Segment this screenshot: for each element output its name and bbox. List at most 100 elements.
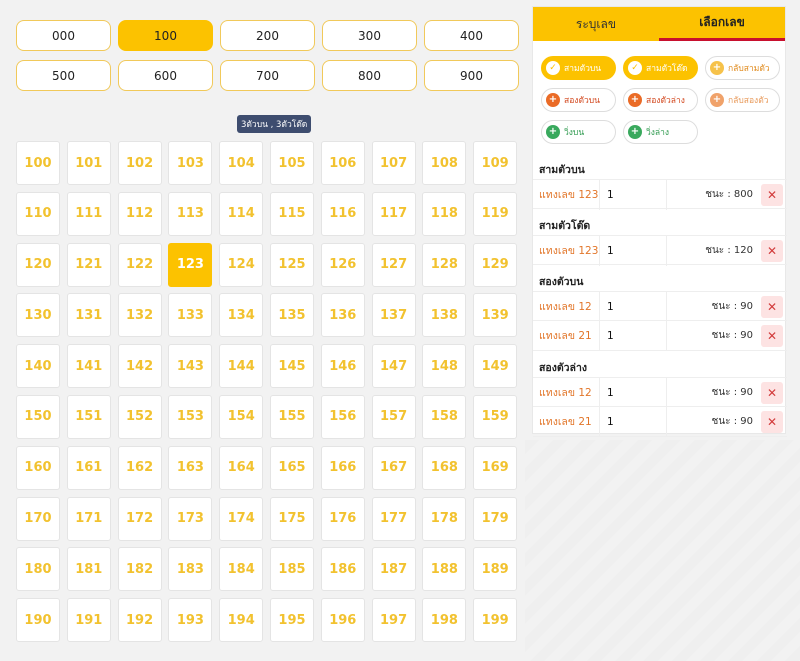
number-cell-198[interactable]: 198 [422, 598, 467, 643]
number-cell-192[interactable]: 192 [117, 598, 162, 643]
number-cell-180[interactable]: 180 [16, 547, 60, 592]
delete-bet-button[interactable]: ✕ [761, 382, 783, 404]
delete-bet-button[interactable]: ✕ [761, 240, 783, 262]
hundreds-button-500[interactable]: 500 [16, 60, 111, 91]
number-cell-137[interactable]: 137 [371, 293, 416, 338]
delete-bet-button[interactable]: ✕ [761, 325, 783, 347]
number-cell-116[interactable]: 116 [320, 191, 365, 236]
hundreds-button-900[interactable]: 900 [424, 60, 519, 91]
bet-type-pill-3[interactable]: + สองตัวบน [541, 88, 616, 112]
number-cell-155[interactable]: 155 [269, 394, 314, 439]
number-cell-128[interactable]: 128 [422, 242, 467, 287]
bet-amount-input[interactable]: 1 [599, 180, 667, 210]
number-cell-164[interactable]: 164 [219, 445, 264, 490]
number-cell-148[interactable]: 148 [422, 344, 467, 389]
number-cell-103[interactable]: 103 [168, 141, 213, 185]
hundreds-button-200[interactable]: 200 [220, 20, 315, 51]
number-cell-105[interactable]: 105 [269, 141, 314, 185]
number-cell-167[interactable]: 167 [371, 445, 416, 490]
bet-type-pill-6[interactable]: + วิ่งบน [541, 120, 616, 144]
number-cell-156[interactable]: 156 [320, 394, 365, 439]
number-cell-151[interactable]: 151 [66, 394, 111, 439]
number-cell-110[interactable]: 110 [16, 191, 60, 236]
number-cell-133[interactable]: 133 [168, 293, 213, 338]
bet-amount-input[interactable]: 1 [599, 378, 667, 408]
number-cell-108[interactable]: 108 [422, 141, 467, 185]
number-cell-101[interactable]: 101 [66, 141, 111, 185]
number-cell-186[interactable]: 186 [320, 547, 365, 592]
number-cell-134[interactable]: 134 [219, 293, 264, 338]
number-cell-122[interactable]: 122 [117, 242, 162, 287]
number-cell-100[interactable]: 100 [16, 141, 60, 185]
number-cell-106[interactable]: 106 [320, 141, 365, 185]
number-cell-115[interactable]: 115 [269, 191, 314, 236]
bet-type-pill-1[interactable]: ✓ สามตัวโต๊ด [623, 56, 698, 80]
number-cell-158[interactable]: 158 [422, 394, 467, 439]
number-cell-162[interactable]: 162 [117, 445, 162, 490]
bet-type-pill-7[interactable]: + วิ่งล่าง [623, 120, 698, 144]
number-cell-177[interactable]: 177 [371, 496, 416, 541]
number-cell-131[interactable]: 131 [66, 293, 111, 338]
bet-amount-input[interactable]: 1 [599, 236, 667, 266]
delete-bet-button[interactable]: ✕ [761, 411, 783, 433]
number-cell-107[interactable]: 107 [371, 141, 416, 185]
number-cell-160[interactable]: 160 [16, 445, 60, 490]
number-cell-189[interactable]: 189 [473, 547, 518, 592]
number-cell-170[interactable]: 170 [16, 496, 60, 541]
number-cell-185[interactable]: 185 [269, 547, 314, 592]
number-cell-140[interactable]: 140 [16, 344, 60, 389]
number-cell-172[interactable]: 172 [117, 496, 162, 541]
number-cell-154[interactable]: 154 [219, 394, 264, 439]
number-cell-190[interactable]: 190 [16, 598, 60, 643]
hundreds-button-600[interactable]: 600 [118, 60, 213, 91]
number-cell-118[interactable]: 118 [422, 191, 467, 236]
number-cell-127[interactable]: 127 [371, 242, 416, 287]
number-cell-195[interactable]: 195 [269, 598, 314, 643]
number-cell-184[interactable]: 184 [219, 547, 264, 592]
number-cell-175[interactable]: 175 [269, 496, 314, 541]
number-cell-182[interactable]: 182 [117, 547, 162, 592]
bet-type-pill-0[interactable]: ✓ สามตัวบน [541, 56, 616, 80]
delete-bet-button[interactable]: ✕ [761, 184, 783, 206]
number-cell-144[interactable]: 144 [219, 344, 264, 389]
number-cell-173[interactable]: 173 [168, 496, 213, 541]
number-cell-181[interactable]: 181 [66, 547, 111, 592]
number-cell-169[interactable]: 169 [473, 445, 518, 490]
number-cell-165[interactable]: 165 [269, 445, 314, 490]
number-cell-102[interactable]: 102 [117, 141, 162, 185]
bet-amount-input[interactable]: 1 [599, 321, 667, 351]
number-cell-163[interactable]: 163 [168, 445, 213, 490]
bet-type-pill-5[interactable]: + กลับสองตัว [705, 88, 780, 112]
number-cell-132[interactable]: 132 [117, 293, 162, 338]
delete-bet-button[interactable]: ✕ [761, 296, 783, 318]
number-cell-145[interactable]: 145 [269, 344, 314, 389]
number-cell-161[interactable]: 161 [66, 445, 111, 490]
number-cell-130[interactable]: 130 [16, 293, 60, 338]
number-cell-176[interactable]: 176 [320, 496, 365, 541]
number-cell-183[interactable]: 183 [168, 547, 213, 592]
number-cell-157[interactable]: 157 [371, 394, 416, 439]
bet-amount-input[interactable]: 1 [599, 407, 667, 437]
hundreds-button-000[interactable]: 000 [16, 20, 111, 51]
number-cell-179[interactable]: 179 [473, 496, 518, 541]
number-cell-147[interactable]: 147 [371, 344, 416, 389]
number-cell-124[interactable]: 124 [219, 242, 264, 287]
number-cell-196[interactable]: 196 [320, 598, 365, 643]
number-cell-174[interactable]: 174 [219, 496, 264, 541]
number-cell-104[interactable]: 104 [219, 141, 264, 185]
number-cell-178[interactable]: 178 [422, 496, 467, 541]
hundreds-button-700[interactable]: 700 [220, 60, 315, 91]
number-cell-119[interactable]: 119 [473, 191, 518, 236]
number-cell-112[interactable]: 112 [117, 191, 162, 236]
tab-enter-number[interactable]: ระบุเลข [533, 7, 659, 41]
number-cell-142[interactable]: 142 [117, 344, 162, 389]
number-cell-117[interactable]: 117 [371, 191, 416, 236]
bet-amount-input[interactable]: 1 [599, 292, 667, 322]
number-cell-146[interactable]: 146 [320, 344, 365, 389]
bet-type-pill-4[interactable]: + สองตัวล่าง [623, 88, 698, 112]
number-cell-171[interactable]: 171 [66, 496, 111, 541]
number-cell-188[interactable]: 188 [422, 547, 467, 592]
bet-type-pill-2[interactable]: + กลับสามตัว [705, 56, 780, 80]
hundreds-button-100[interactable]: 100 [118, 20, 213, 51]
number-cell-143[interactable]: 143 [168, 344, 213, 389]
